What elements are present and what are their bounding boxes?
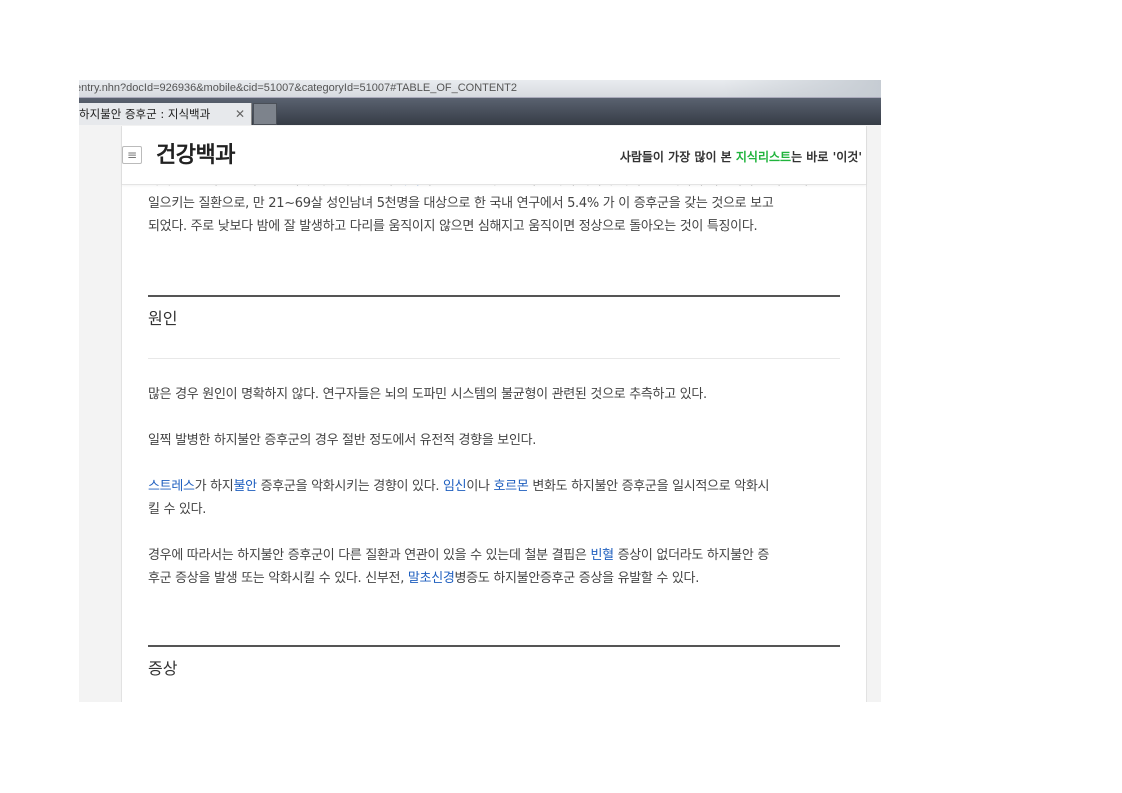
tab-active[interactable]: 하지불안 증후군 : 지식백과 ✕ — [79, 103, 252, 125]
promo-banner[interactable]: 사람들이 가장 많이 본 지식리스트는 바로 '이것' — [620, 148, 862, 165]
link-pregnancy[interactable]: 임신 — [443, 479, 467, 494]
section-divider — [148, 645, 840, 647]
url-text: entry.nhn?docId=926936&mobile&cid=51007&… — [79, 82, 518, 94]
link-hormone[interactable]: 호르몬 — [494, 479, 529, 494]
cause-paragraph-3: 스트레스가 하지불안 증후군을 악화시키는 경향이 있다. 임신이나 호르몬 변… — [148, 479, 770, 517]
site-header: ≡ 건강백과 사람들이 가장 많이 본 지식리스트는 바로 '이것' — [122, 126, 866, 185]
section-heading-symptom: 증상 — [148, 659, 178, 678]
address-bar[interactable]: entry.nhn?docId=926936&mobile&cid=51007&… — [79, 80, 881, 98]
site-brand[interactable]: 건강백과 — [156, 137, 235, 169]
link-anemia[interactable]: 빈혈 — [590, 548, 614, 563]
browser-screenshot: entry.nhn?docId=926936&mobile&cid=51007&… — [79, 80, 881, 702]
heading-underline — [148, 358, 840, 359]
section-heading-cause: 원인 — [148, 309, 178, 328]
cause-paragraph-4: 경우에 따라서는 하지불안 증후군이 다른 질환과 연관이 있을 수 있는데 철… — [148, 548, 770, 586]
close-icon[interactable]: ✕ — [235, 103, 245, 125]
menu-icon[interactable]: ≡ — [122, 146, 142, 164]
tab-title: 하지불안 증후군 : 지식백과 — [79, 107, 211, 121]
tab-strip: 하지불안 증후군 : 지식백과 ✕ — [79, 98, 881, 125]
link-anxiety[interactable]: 불안 — [233, 479, 257, 494]
section-divider — [148, 295, 840, 297]
cause-paragraph-1: 많은 경우 원인이 명확하지 않다. 연구자들은 뇌의 도파민 시스템의 불균형… — [148, 387, 707, 402]
cause-paragraph-2: 일찍 발병한 하지불안 증후군의 경우 절반 정도에서 유전적 경향을 보인다. — [148, 433, 537, 448]
page-body: ≡ 건강백과 사람들이 가장 많이 본 지식리스트는 바로 '이것' 하지불안 … — [121, 126, 867, 702]
link-stress[interactable]: 스트레스 — [148, 479, 195, 494]
link-peripheral-nerve[interactable]: 말초신경 — [408, 571, 455, 586]
new-tab-button[interactable] — [253, 103, 277, 125]
